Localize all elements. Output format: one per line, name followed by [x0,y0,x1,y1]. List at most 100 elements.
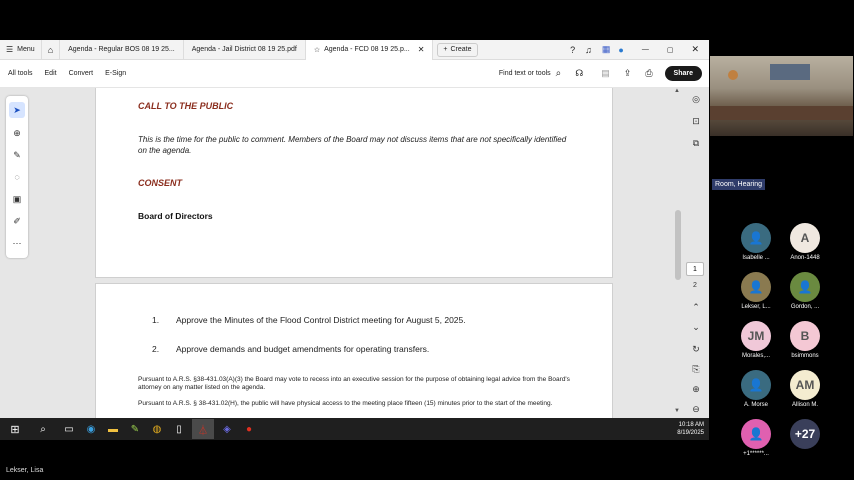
participant-name: Morales,... [741,353,770,359]
task-view-icon[interactable]: ▭ [60,420,78,438]
participant-name: Allison M. [791,402,818,408]
find-text-button[interactable]: Find text or tools [499,70,551,77]
left-tool-rail: ➤ ⊕ ✎ ◌ ▣ ✐ ⋯ [6,96,28,258]
agenda-item: 1. Approve the Minutes of the Flood Contr… [152,315,466,325]
close-window-icon[interactable]: ✕ [691,44,699,55]
avatar: 👤 [741,223,771,253]
avatar: A [790,223,820,253]
apps-grid-icon[interactable]: ▦ [602,44,611,55]
create-tab-button[interactable]: + Create [437,42,478,57]
text-box-icon[interactable]: ▣ [9,191,25,207]
rotate-icon[interactable]: ↻ [688,342,704,356]
participant-name: Isabelle ... [742,255,770,261]
participant-name: Lekser, L... [741,304,771,310]
pdf-page-2: 1. Approve the Minutes of the Flood Contr… [95,283,613,418]
toolbar: All tools Edit Convert E-Sign Find text … [0,60,709,88]
room-label: Room, Hearing [712,179,766,190]
avatar: B [790,321,820,351]
participant-tile[interactable]: JM Morales,... [734,321,778,359]
avatar: AM [790,370,820,400]
tab-fcd-agenda[interactable]: ☆ Agenda - FCD 08 19 25.p... ✕ [305,39,434,60]
file-explorer-icon[interactable]: ▬ [104,420,122,438]
agenda-item: 2. Approve demands and budget amendments … [152,344,430,354]
participant-name: bsimmons [791,353,819,359]
help-icon[interactable]: ? [570,45,575,55]
zoom-in-icon[interactable]: ⊕ [688,382,704,396]
page-down-icon[interactable]: ⌄ [688,320,704,334]
pen-icon[interactable]: ✎ [9,147,25,163]
bell-icon[interactable]: ♫ [585,45,592,55]
public-access-paragraph: Pursuant to A.R.S. § 38-431.02(H), the p… [138,400,553,407]
page-number-current[interactable]: 1 [686,262,704,276]
lasso-icon[interactable]: ◌ [9,169,25,185]
participant-tile[interactable]: 👤 Isabelle ... [734,223,778,261]
save-icon[interactable]: ▤ [601,68,610,79]
avatar: 👤 [741,419,771,449]
active-speaker-name: Lekser, Lisa [6,467,44,474]
page-up-icon[interactable]: ⌃ [688,300,704,314]
search-icon[interactable]: ⌕ [556,68,562,79]
participant-tile[interactable]: 👤 A. Morse [734,370,778,408]
plus-icon: + [443,46,448,53]
tab-bos-agenda[interactable]: Agenda - Regular BOS 08 19 25... [60,39,184,60]
participant-tile[interactable]: AM Allison M. [783,370,827,408]
participant-tile[interactable]: 👤 Lekser, L... [734,272,778,310]
pdf-page-1: CALL TO THE PUBLIC This is the time for … [95,88,613,278]
avatar: +27 [790,419,820,449]
scrollbar-thumb[interactable] [675,210,681,280]
participant-tile[interactable]: +27 [783,419,827,451]
participant-name: +1******... [743,451,769,457]
upload-icon[interactable]: ⇪ [624,68,632,79]
more-tools-icon[interactable]: ⋯ [9,235,25,251]
call-to-public-heading: CALL TO THE PUBLIC [138,101,234,111]
scroll-up-icon[interactable]: ▲ [674,88,680,94]
board-of-directors-heading: Board of Directors [138,211,213,221]
home-button[interactable]: ⌂ [42,39,61,60]
edge-icon[interactable]: ◉ [82,420,100,438]
scroll-down-icon[interactable]: ▼ [674,408,680,414]
comment-icon[interactable]: ◎ [688,92,704,106]
acrobat-icon[interactable]: ⏃ [192,419,214,439]
search-icon[interactable]: ⌕ [34,420,52,438]
select-cursor-icon[interactable]: ➤ [9,102,25,118]
star-icon[interactable]: ☆ [314,46,320,54]
tab-bar: ☰ Menu ⌂ Agenda - Regular BOS 08 19 25..… [0,39,709,60]
share-button[interactable]: Share [664,66,702,81]
account-icon[interactable]: ● [618,45,623,55]
participant-tile[interactable]: 👤 Gordon, ... [783,272,827,310]
maximize-icon[interactable]: ▢ [667,46,674,54]
zoom-icon[interactable]: ⊕ [9,125,25,141]
tab-jail-agenda[interactable]: Agenda - Jail District 08 19 25.pdf [184,39,306,60]
print-icon[interactable]: ⎙ [645,68,652,79]
fill-sign-icon[interactable]: ✐ [9,213,25,229]
menu-button[interactable]: ☰ Menu [0,39,42,60]
document-icon[interactable]: ▯ [170,420,188,438]
room-screen [770,64,810,80]
read-aloud-icon[interactable]: ☊ [575,68,583,79]
call-to-public-text: This is the time for the public to comme… [138,135,567,155]
windows-start-icon[interactable]: ⊞ [6,420,24,438]
teams-icon[interactable]: ◈ [218,420,236,438]
all-tools-button[interactable]: All tools [8,70,33,77]
minimize-icon[interactable]: — [642,46,649,53]
participant-name: Anon-1448 [790,255,820,261]
bookmark-icon[interactable]: ⊡ [688,114,704,128]
participant-name: A. Morse [743,402,768,408]
home-icon: ⌂ [47,44,54,55]
vertical-scrollbar[interactable]: ▲ ▼ [674,88,682,418]
document-viewport[interactable]: ➤ ⊕ ✎ ◌ ▣ ✐ ⋯ CALL TO THE PUBLIC This is… [0,88,709,418]
edit-button[interactable]: Edit [45,70,57,77]
close-tab-icon[interactable]: ✕ [418,45,425,54]
participant-tile[interactable]: A Anon-1448 [783,223,827,261]
room-wall-seal [728,70,738,80]
esign-button[interactable]: E-Sign [105,70,126,77]
participant-tile[interactable]: 👤 +1******... [734,419,778,457]
notepad-icon[interactable]: ✎ [126,420,144,438]
extract-icon[interactable]: ⎘ [688,362,704,376]
convert-button[interactable]: Convert [69,70,94,77]
recording-icon[interactable]: ● [240,420,258,438]
chrome-icon[interactable]: ◍ [148,420,166,438]
participant-tile[interactable]: Bbsimmons [783,321,827,359]
pages-icon[interactable]: ⧉ [688,136,704,150]
zoom-out-icon[interactable]: ⊖ [688,402,704,416]
